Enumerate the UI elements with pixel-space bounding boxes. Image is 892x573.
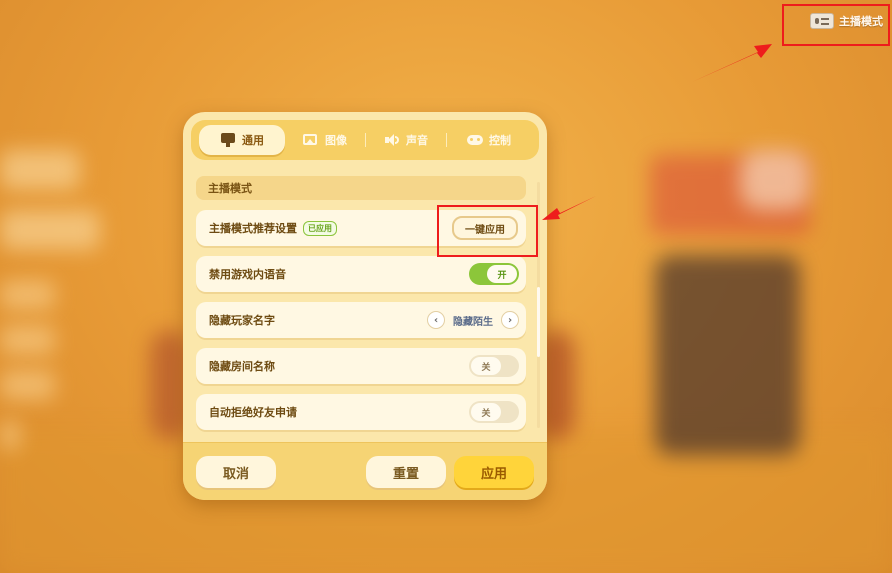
annotation-arrow-top — [692, 44, 772, 82]
annotation-arrow-apply — [542, 196, 596, 220]
annotation-arrows — [542, 44, 772, 220]
